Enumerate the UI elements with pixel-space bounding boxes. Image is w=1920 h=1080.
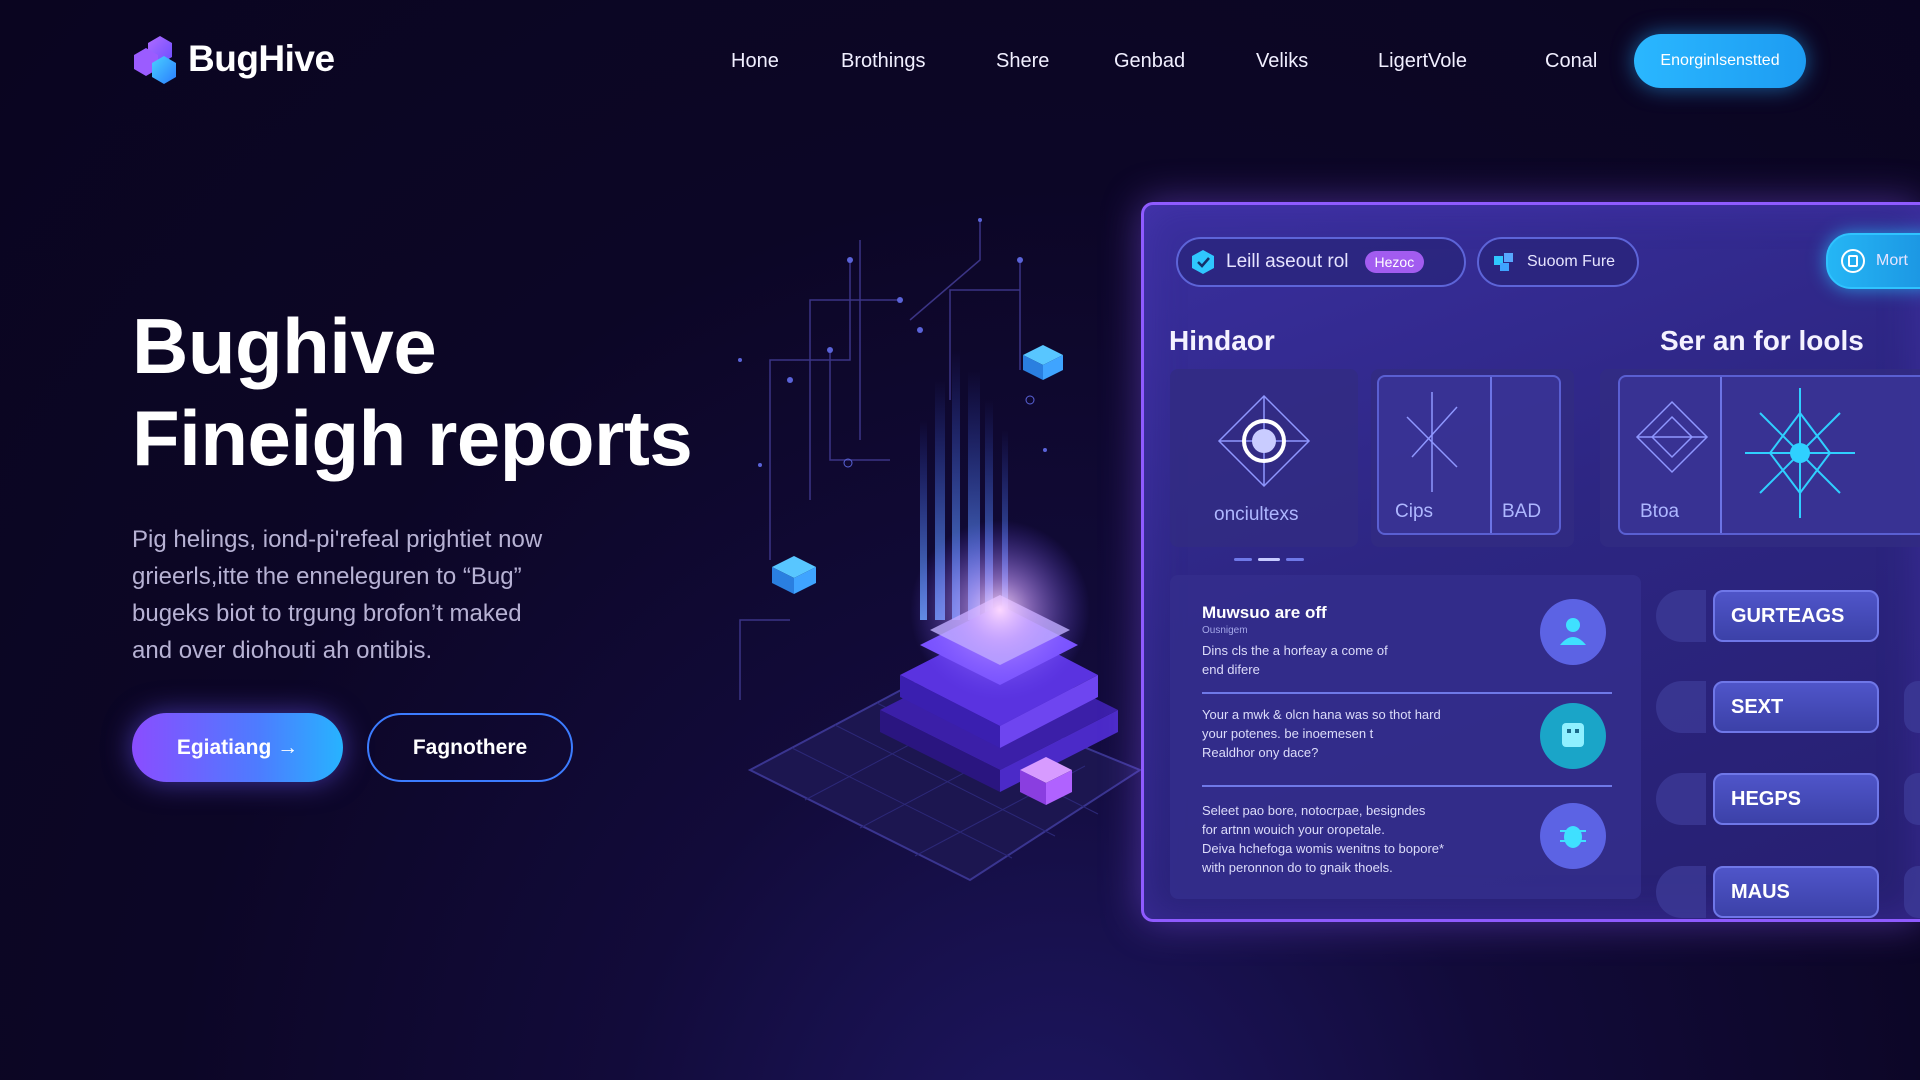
tool-card-3[interactable]: Btoa	[1618, 375, 1920, 535]
list-item-1-text: Dins cls the a horfeay a come of end dif…	[1202, 641, 1388, 679]
list-separator	[1202, 785, 1612, 787]
side-button-gurteags[interactable]: GURTEAGS	[1713, 590, 1879, 642]
hex-shield-icon	[1192, 250, 1214, 274]
tool-card-2-label-a: Cips	[1395, 501, 1434, 522]
hero-title: Bughive Fineigh reports	[132, 300, 693, 484]
branch-diagram-icon	[1406, 392, 1458, 492]
search-pill[interactable]: Leill aseout rol Hezoc	[1176, 237, 1466, 287]
search-pill-text: Leill aseout rol	[1226, 251, 1349, 272]
tool-card-2[interactable]: Cips BAD	[1377, 375, 1561, 535]
tool-card-3-frame: Btoa	[1600, 369, 1920, 547]
list-item-1-subtitle: Ousnigem	[1202, 625, 1248, 636]
filter-pill[interactable]: Suoom Fure	[1477, 237, 1639, 287]
nav-item-home[interactable]: Hone	[731, 50, 779, 73]
robot-icon	[1562, 723, 1584, 747]
header-cta-button[interactable]: Enorginlsenstted	[1634, 34, 1806, 88]
cyan-action-pill[interactable]: Mort	[1826, 233, 1920, 289]
list-item-2-avatar[interactable]	[1540, 703, 1606, 769]
circuit-dots	[738, 218, 1047, 468]
list-line: Realdhor ony dace?	[1202, 745, 1319, 760]
list-line: Deiva hchefoga womis wenitns to bopore*	[1202, 841, 1445, 856]
card-divider	[1490, 377, 1492, 533]
hero-description-line: grieerls,itte the enneleguren to “Bug”	[132, 563, 522, 590]
ghost-button	[1904, 773, 1920, 825]
ghost-button	[1904, 866, 1920, 918]
hero-description-line: and over diohouti ah ontibis.	[132, 637, 433, 664]
list-line: Your a mwk & olcn hana was so thot hard	[1202, 707, 1441, 722]
search-pill-tag: Hezoc	[1364, 251, 1425, 273]
list-item-3-avatar[interactable]	[1540, 803, 1606, 869]
list-line: for artnn wouich your oropetale.	[1202, 822, 1385, 837]
hero-title-line: Bughive	[132, 302, 437, 390]
tool-card-2-label-b: BAD	[1502, 501, 1542, 522]
ghost-button	[1904, 681, 1920, 733]
person-icon	[1560, 618, 1586, 645]
dashboard-left-heading: Hindaor	[1169, 325, 1275, 356]
side-button-sext[interactable]: SEXT	[1713, 681, 1879, 733]
tool-card-1-label: onciultexs	[1214, 504, 1299, 525]
nav-item-conal[interactable]: Conal	[1545, 50, 1597, 73]
list-item-1-title: Muwsuo are off	[1202, 603, 1327, 622]
side-button-maus[interactable]: MAUS	[1713, 866, 1879, 918]
cyan-pill-text: Mort	[1876, 252, 1908, 269]
list-line: Seleet pao bore, notocrpae, besigndes	[1202, 803, 1426, 818]
list-item-3-text: Seleet pao bore, notocrpae, besigndes fo…	[1202, 801, 1444, 877]
hero-title-line: Fineigh reports	[132, 394, 693, 482]
nav-item-brothings[interactable]: Brothings	[841, 50, 926, 73]
diamond-grid-icon	[1635, 400, 1709, 474]
list-line: Dins cls the a horfeay a come of	[1202, 643, 1388, 658]
bug-icon	[1560, 826, 1586, 848]
carousel-indicator[interactable]	[1234, 557, 1314, 563]
dashboard-right-heading: Ser an for lools	[1660, 325, 1864, 356]
ghost-button	[1656, 590, 1706, 642]
primary-cta-button[interactable]: Egiatiang →	[132, 713, 343, 782]
list-line: end difere	[1202, 662, 1260, 677]
snowflake-network-icon	[1745, 388, 1855, 518]
activity-list-panel: Muwsuo are off Ousnigem Dins cls the a h…	[1170, 575, 1641, 899]
network-node-icon	[1217, 394, 1311, 488]
nav-item-genbad[interactable]: Genbad	[1114, 50, 1185, 73]
secondary-cta-button[interactable]: Fagnothere	[367, 713, 573, 782]
hero-description-line: Pig helings, iond-pi'refeal prightiet no…	[132, 526, 543, 553]
side-button-hegps[interactable]: HEGPS	[1713, 773, 1879, 825]
floating-cube-left	[772, 556, 816, 594]
tool-card-1[interactable]: onciultexs	[1170, 369, 1358, 547]
ghost-button	[1656, 681, 1706, 733]
list-item-1-avatar[interactable]	[1540, 599, 1606, 665]
nav-item-ligertvole[interactable]: LigertVole	[1378, 50, 1467, 73]
nav-item-shere[interactable]: Shere	[996, 50, 1049, 73]
tool-card-3-label: Btoa	[1640, 501, 1680, 522]
list-line: your potenes. be inoemesen t	[1202, 726, 1374, 741]
cubes-icon	[1494, 253, 1513, 271]
card-divider	[1720, 377, 1722, 533]
hero-description-line: bugeks biot to trgung brofon’t maked	[132, 600, 522, 627]
main-nav: Hone Brothings Shere Genbad Veliks Liger…	[0, 44, 1920, 78]
list-item-2-text: Your a mwk & olcn hana was so thot hard …	[1202, 705, 1441, 762]
isometric-hive-illustration	[738, 218, 1143, 882]
ghost-button	[1656, 866, 1706, 918]
hero-description: Pig helings, iond-pi'refeal prightiet no…	[132, 521, 652, 669]
nav-item-veliks[interactable]: Veliks	[1256, 50, 1308, 73]
list-line: with peronnon do to gnaik thoels.	[1202, 860, 1393, 875]
circle-doc-icon	[1841, 249, 1865, 273]
floating-cube-top	[1023, 345, 1063, 380]
ghost-button	[1656, 773, 1706, 825]
dashboard-panel: Leill aseout rol Hezoc Suoom Fure Mort H…	[1141, 202, 1920, 922]
tool-card-2-frame: Cips BAD	[1371, 369, 1574, 547]
filter-pill-text: Suoom Fure	[1527, 253, 1616, 270]
list-separator	[1202, 692, 1612, 694]
